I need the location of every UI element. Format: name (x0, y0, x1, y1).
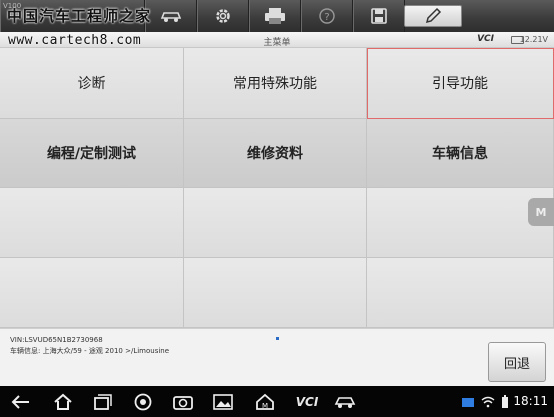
tool-status-icon (460, 392, 476, 412)
car-icon (160, 12, 182, 22)
logo-area: V100 中国汽车工程师之家 (0, 0, 150, 32)
svg-text:?: ? (324, 12, 329, 23)
watermark-logo-text: 中国汽车工程师之家 (7, 7, 152, 25)
home-nav-icon[interactable] (52, 392, 74, 412)
floating-menu-button[interactable]: M (528, 198, 554, 226)
empty-cell (0, 258, 184, 328)
menu-item-diagnosis[interactable]: 诊断 (0, 48, 184, 119)
top-toolbar: V100 中国汽车工程师之家 ? (0, 0, 554, 32)
save-icon (371, 8, 387, 24)
menu-item-programming[interactable]: 编程/定制测试 (0, 119, 184, 188)
maxisys-home-icon[interactable]: M (254, 392, 276, 412)
empty-cell (0, 188, 184, 258)
menu-item-label: 车辆信息 (432, 146, 488, 162)
watermark-url: www.cartech8.com (8, 33, 142, 48)
main-menu-grid: 诊断 常用特殊功能 引导功能 编程/定制测试 维修资料 车辆信息 (0, 48, 554, 328)
floating-menu-label: M (535, 205, 547, 219)
svg-text:M: M (262, 402, 268, 410)
settings-button[interactable] (197, 0, 249, 32)
print-button[interactable] (249, 0, 301, 32)
menu-item-label: 引导功能 (432, 76, 488, 92)
menu-item-repair-info[interactable]: 维修资料 (184, 119, 367, 188)
system-clock: 18:11 (513, 394, 548, 408)
help-icon: ? (319, 8, 335, 24)
camera-icon[interactable] (172, 392, 194, 412)
vin-text: VIN:LSVUD65N1B2730968 (10, 336, 103, 344)
menu-item-guided-functions[interactable]: 引导功能 (367, 48, 554, 119)
voltage-readout: 12.21V (519, 35, 548, 44)
vci-nav-label: VCI (295, 395, 319, 409)
save-button[interactable] (353, 0, 405, 32)
vehicle-info-text: 车辆信息: 上海大众/59 - 途观 2010 >/Limousine (10, 347, 170, 355)
wifi-icon (480, 392, 496, 412)
empty-cell (367, 258, 554, 328)
menu-item-label: 常用特殊功能 (233, 76, 317, 92)
help-button[interactable]: ? (301, 0, 353, 32)
gallery-icon[interactable] (212, 392, 234, 412)
title-bar: 主菜单 www.cartech8.com VCI 12.21V (0, 32, 554, 48)
indicator-dot (276, 337, 279, 340)
vehicle-nav-icon[interactable] (334, 392, 356, 412)
recent-apps-icon[interactable] (92, 392, 114, 412)
system-nav-bar: M VCI 18:11 (0, 386, 554, 417)
menu-item-special-functions[interactable]: 常用特殊功能 (184, 48, 367, 119)
back-button[interactable]: 回退 (488, 342, 546, 382)
menu-item-vehicle-info[interactable]: 车辆信息 (367, 119, 554, 188)
menu-item-label: 诊断 (77, 76, 106, 92)
edit-button[interactable] (404, 5, 462, 27)
pen-icon (425, 7, 442, 24)
empty-cell (184, 188, 367, 258)
menu-item-label: 编程/定制测试 (46, 146, 137, 162)
gear-icon (216, 9, 230, 23)
vci-status-label: VCI (477, 34, 494, 44)
back-nav-icon[interactable] (10, 392, 32, 412)
menu-item-label: 维修资料 (247, 146, 303, 162)
chrome-icon[interactable] (132, 392, 154, 412)
battery-status-icon (498, 392, 512, 412)
back-button-label: 回退 (503, 356, 530, 372)
car-button[interactable] (145, 0, 197, 32)
empty-cell (367, 188, 554, 258)
printer-icon (265, 8, 285, 24)
vci-nav-button[interactable]: VCI (292, 392, 322, 412)
empty-cell (184, 258, 367, 328)
